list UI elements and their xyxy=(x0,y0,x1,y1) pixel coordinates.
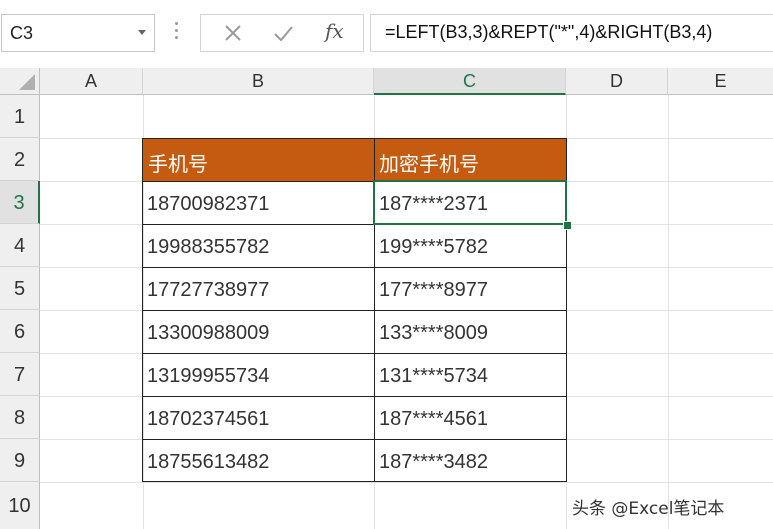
table-border xyxy=(142,310,567,311)
cell-c9[interactable]: 187****3482 xyxy=(374,439,566,482)
row-header-1[interactable]: 1 xyxy=(0,95,40,138)
drag-handle-icon[interactable] xyxy=(175,22,179,44)
table-border xyxy=(142,481,567,482)
fill-handle[interactable] xyxy=(563,221,572,230)
select-all-button[interactable] xyxy=(0,68,40,95)
select-all-icon xyxy=(19,74,35,90)
table-border xyxy=(142,138,567,139)
row-header-8[interactable]: 8 xyxy=(0,396,40,439)
formula-input[interactable]: =LEFT(B3,3)&REPT("*",4)&RIGHT(B3,4) xyxy=(370,14,773,52)
table-border xyxy=(142,439,567,440)
name-box-value: C3 xyxy=(10,23,34,43)
row-header-10[interactable]: 10 xyxy=(0,482,40,529)
table-border xyxy=(142,267,567,268)
cell-c4[interactable]: 199****5782 xyxy=(374,224,566,267)
row-header-5[interactable]: 5 xyxy=(0,267,40,310)
name-box[interactable]: C3 xyxy=(1,14,155,52)
cell-b7[interactable]: 13199955734 xyxy=(143,353,374,396)
cell-b6[interactable]: 13300988009 xyxy=(143,310,374,353)
column-header-c[interactable]: C xyxy=(374,68,566,95)
row-header-7[interactable]: 7 xyxy=(0,353,40,396)
column-header-b[interactable]: B xyxy=(143,68,374,95)
header-phone: 手机号 xyxy=(148,154,208,176)
column-header-e[interactable]: E xyxy=(668,68,773,95)
row-header-4[interactable]: 4 xyxy=(0,224,40,267)
row-header-3[interactable]: 3 xyxy=(0,181,40,224)
gridline xyxy=(40,482,773,483)
chevron-down-icon[interactable] xyxy=(138,30,146,35)
cell-b3[interactable]: 18700982371 xyxy=(143,181,374,224)
formula-bar-area: C3 fx =LEFT(B3,3)&REPT("*",4)&RIGHT(B3,4… xyxy=(0,0,773,68)
insert-function-button[interactable]: fx xyxy=(325,19,344,43)
cell-b8[interactable]: 18702374561 xyxy=(143,396,374,439)
table-border xyxy=(142,396,567,397)
cell-b4[interactable]: 19988355782 xyxy=(143,224,374,267)
row-header-9[interactable]: 9 xyxy=(0,439,40,482)
row-header-2[interactable]: 2 xyxy=(0,138,40,181)
cell-b9[interactable]: 18755613482 xyxy=(143,439,374,482)
header-encrypted-phone: 加密手机号 xyxy=(379,154,479,176)
cell-c7[interactable]: 131****5734 xyxy=(374,353,566,396)
column-header-a[interactable]: A xyxy=(40,68,143,95)
cell-c2[interactable]: 加密手机号 xyxy=(374,138,566,181)
active-cell-selection xyxy=(373,180,567,225)
gridline xyxy=(668,95,669,529)
row-header-6[interactable]: 6 xyxy=(0,310,40,353)
table-border xyxy=(142,353,567,354)
check-icon[interactable] xyxy=(271,21,295,45)
watermark: 头条 @Excel笔记本 xyxy=(572,499,725,519)
cell-c5[interactable]: 177****8977 xyxy=(374,267,566,310)
cell-b5[interactable]: 17727738977 xyxy=(143,267,374,310)
cell-b2[interactable]: 手机号 xyxy=(143,138,374,181)
formula-text: =LEFT(B3,3)&REPT("*",4)&RIGHT(B3,4) xyxy=(385,22,713,42)
cell-c6[interactable]: 133****8009 xyxy=(374,310,566,353)
cross-icon[interactable] xyxy=(221,21,245,45)
column-header-d[interactable]: D xyxy=(566,68,668,95)
formula-buttons: fx xyxy=(200,14,364,52)
cell-c8[interactable]: 187****4561 xyxy=(374,396,566,439)
